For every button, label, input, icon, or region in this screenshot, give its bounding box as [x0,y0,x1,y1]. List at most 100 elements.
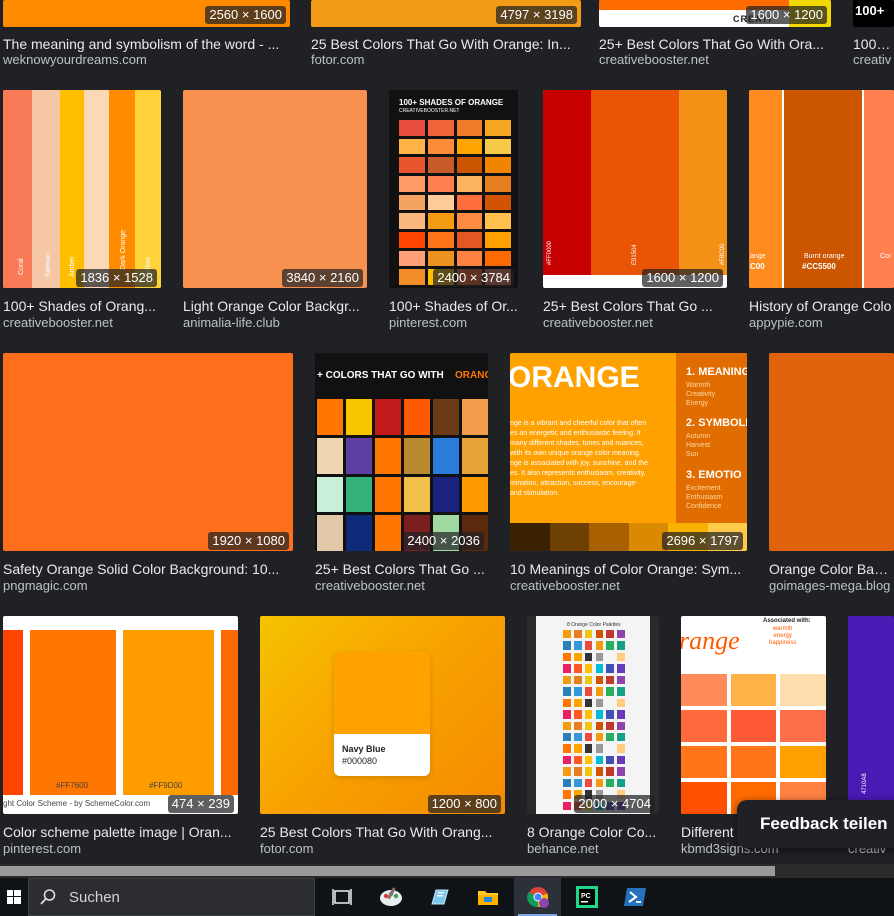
task-view-icon[interactable] [318,878,365,916]
result-source[interactable]: creativebooster.net [3,315,161,331]
result-title[interactable]: 25 Best Colors That Go With Orang... [260,823,505,841]
result-source[interactable]: goimages-mega.blog [769,578,894,594]
result-thumbnail[interactable]: ORANGE nge is a vibrant and cheerful col… [510,353,747,551]
swatch [730,746,777,778]
result-thumbnail[interactable]: 100+ [853,0,894,27]
result-source[interactable]: pinterest.com [389,315,518,331]
swatch [399,120,425,136]
result-source[interactable]: weknowyourdreams.com [3,52,290,68]
chrome-app-icon[interactable] [514,878,561,916]
taskbar-search-box[interactable]: Suchen [28,878,315,916]
result-title[interactable]: 100+ Shades of Or... [389,297,518,315]
notepad-app-icon[interactable] [415,878,462,916]
result-title[interactable]: 25 Best Colors That Go With Orange: In..… [311,35,579,53]
result-card[interactable]: 2560 × 1600 The meaning and symbolism of… [3,0,290,70]
result-card[interactable]: Coral Salmon Amber Dark Orange Yellow 18… [3,90,161,335]
result-thumbnail[interactable]: + COLORS THAT GO WITH ORANG [315,353,488,551]
result-thumbnail[interactable] [3,353,293,551]
result-source[interactable]: pngmagic.com [3,578,293,594]
thumb-list: warmth energy happiness [769,626,797,646]
horizontal-scrollbar[interactable] [0,864,894,878]
result-card[interactable]: 100+ SHADES OF ORANGE CREATIVEBOOSTER.NE… [389,90,518,335]
result-card[interactable]: ange C00 Burnt orange #CC5500 Cor Histor… [749,90,894,335]
result-thumbnail[interactable]: 100+ SHADES OF ORANGE CREATIVEBOOSTER.NE… [389,90,518,288]
thumb-big-word: range [681,626,740,655]
result-title[interactable]: 100+ Shades of Orang... [3,297,161,315]
paint-app-icon[interactable] [367,878,414,916]
result-thumbnail[interactable]: Coral Salmon Amber Dark Orange Yellow [3,90,161,288]
result-thumbnail[interactable]: Navy Blue #000080 [260,616,505,814]
result-card[interactable]: Orange Color Backg goimages-mega.blog [769,353,894,598]
swatch [427,194,454,211]
result-source[interactable]: animalia-life.club [183,315,367,331]
scrollbar-thumb[interactable] [0,866,775,876]
swatch [617,698,625,708]
thumb-site: CREATIVEBOOSTER.NET [399,108,460,114]
result-card[interactable]: Navy Blue #000080 1200 × 800 25 Best Col… [260,616,505,861]
result-card[interactable]: ORANGE nge is a vibrant and cheerful col… [510,353,747,598]
swatch [375,476,401,513]
result-card[interactable]: + COLORS THAT GO WITH ORANG 2400 × 2036 … [315,353,488,598]
result-thumbnail[interactable]: range Associated with: warmth energy hap… [681,616,826,814]
result-card[interactable]: CREATI 1600 × 1200 25+ Best Colors That … [599,0,831,70]
result-title[interactable]: Safety Orange Solid Color Background: 10… [3,560,293,578]
swatch [606,744,615,753]
result-title[interactable]: 25+ Best Colors That Go ... [543,297,727,315]
result-thumbnail[interactable] [769,353,894,551]
result-source[interactable]: pinterest.com [3,841,238,857]
result-title[interactable]: 10 Meanings of Color Orange: Sym... [510,560,747,578]
result-title[interactable]: 25+ Best Colors That Go ... [315,560,488,578]
result-card[interactable]: 3840 × 2160 Light Orange Color Backgr...… [183,90,367,335]
swatch [617,630,625,639]
swatch [563,630,571,639]
result-source[interactable]: creativebooster.net [543,315,727,331]
swatch [456,213,483,229]
result-title[interactable]: Light Orange Color Backgr... [183,297,367,315]
result-title[interactable]: History of Orange Colo [749,297,894,315]
result-title[interactable]: Color scheme palette image | Oran... [3,823,238,841]
result-source[interactable]: fotor.com [311,52,579,68]
swatch-label: 4710A8 [862,773,868,794]
pycharm-app-icon[interactable]: PC [563,878,610,916]
result-source[interactable]: creativebooster.net [599,52,831,68]
result-thumbnail[interactable]: #FF0000 E91504 #F8C00 [543,90,727,288]
swatch [563,698,571,708]
result-source[interactable]: creativebooster.net [315,578,488,594]
result-card[interactable]: #FF0000 E91504 #F8C00 1600 × 1200 25+ Be… [543,90,727,335]
result-thumbnail[interactable]: 4710A8 [848,616,894,814]
swatch [346,515,372,551]
result-card[interactable]: 4797 × 3198 25 Best Colors That Go With … [311,0,581,70]
swatch [595,744,604,753]
result-card[interactable]: 1920 × 1080 Safety Orange Solid Color Ba… [3,353,293,598]
result-card[interactable]: #FF7600 #FF9D00 ght Color Scheme - by Sc… [3,616,238,861]
result-title[interactable]: 25+ Best Colors That Go With Ora... [599,35,831,53]
result-source[interactable]: creativ [853,52,894,68]
result-title[interactable]: The meaning and symbolism of the word - … [3,35,290,53]
result-source[interactable]: behance.net [527,841,659,857]
swatch [595,767,604,776]
image-dimensions: 2560 × 1600 [205,6,286,24]
swatch [485,120,511,136]
result-source[interactable]: fotor.com [260,841,505,857]
swatch [595,630,604,639]
windows-start-icon[interactable] [0,878,28,916]
result-title[interactable]: 100+ S [853,35,894,53]
result-title[interactable]: 8 Orange Color Co... [527,823,659,841]
result-thumbnail[interactable]: #FF7600 #FF9D00 ght Color Scheme - by Sc… [3,616,238,814]
swatch [595,675,604,685]
result-card[interactable]: 8 Orange Color Palettes 2000 × 4704 8 Or… [527,616,659,861]
result-source[interactable]: creativebooster.net [510,578,747,594]
result-source[interactable]: appypie.com [749,315,894,331]
result-card[interactable]: 100+ 100+ S creativ [853,0,894,70]
powershell-app-icon[interactable] [611,878,658,916]
result-thumbnail[interactable] [183,90,367,288]
result-thumbnail[interactable]: 8 Orange Color Palettes [527,616,659,814]
result-thumbnail[interactable]: ange C00 Burnt orange #CC5500 Cor [749,90,894,288]
result-title[interactable]: Orange Color Backg [769,560,894,578]
file-explorer-icon[interactable] [464,878,511,916]
swatch [563,664,571,673]
swatch [617,675,625,685]
swatch [433,437,459,474]
feedback-button[interactable]: Feedback teilen [737,800,894,848]
swatch [681,746,727,778]
